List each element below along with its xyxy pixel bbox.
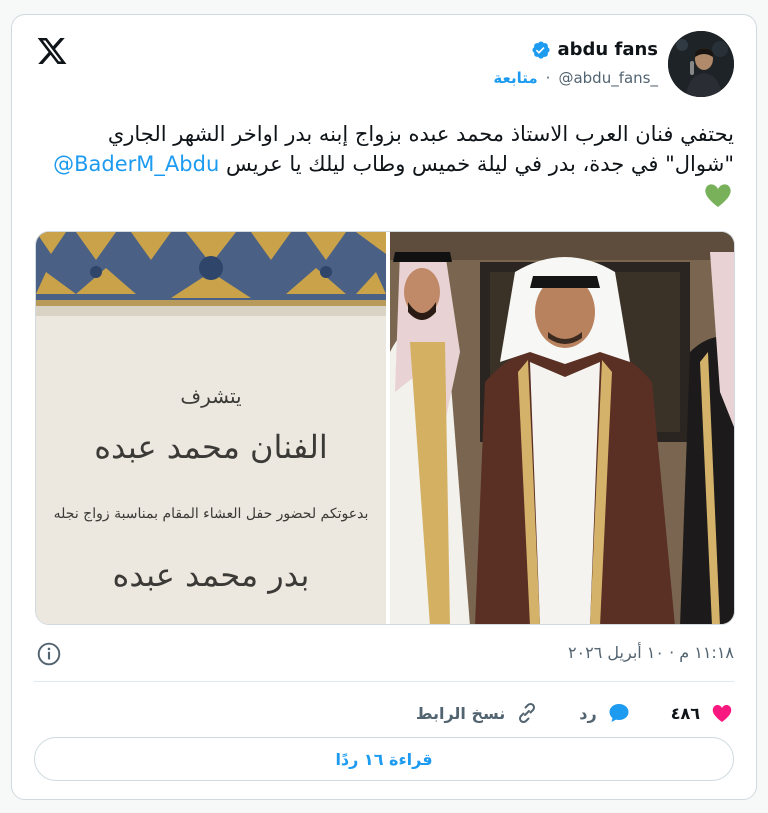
invitation-image[interactable]: يتشرف الفنان محمد عبده بدعوتكم لحضور حفل… [36,232,386,624]
invitation-line-2: الفنان محمد عبده [94,428,328,466]
separator-dot: · [545,69,551,87]
display-name: abdu fans [557,39,658,60]
like-button[interactable]: ٤٨٦ [671,701,734,725]
like-count: ٤٨٦ [670,703,700,723]
handle-row: متابعة · @abdu_fans_ [493,69,658,87]
mention-link[interactable]: @BaderM_Abdu [53,152,219,176]
heart-icon [712,705,732,722]
link-icon [519,702,536,724]
info-icon[interactable] [36,641,62,667]
follow-button[interactable]: متابعة [493,69,537,87]
media-grid[interactable]: يتشرف الفنان محمد عبده بدعوتكم لحضور حفل… [35,231,735,625]
action-bar: ٤٨٦ رد نسخ الرابط [34,693,734,733]
x-logo-icon[interactable] [36,35,68,67]
tweet-text: يحتفي فنان العرب الاستاذ محمد عبده بزواج… [34,119,734,209]
invitation-line-3: بدعوتكم لحضور حفل العشاء المقام بمناسبة … [53,506,369,522]
author-name-row[interactable]: abdu fans [531,39,658,60]
invitation-line-4: بدر محمد عبده [112,556,310,594]
tweet-card: abdu fans متابعة · @abdu_fans_ يحتفي فنا… [11,14,757,800]
read-replies-button[interactable]: قراءة ١٦ ردًا [34,737,734,781]
timestamp[interactable]: ١١:١٨ م · ١٠ أبريل ٢٠٢٦ [568,643,734,662]
reply-bubble-icon [609,704,629,722]
copy-link-button[interactable]: نسخ الرابط [416,701,539,725]
avatar[interactable] [668,31,734,97]
divider [34,681,734,682]
photo-image[interactable] [390,232,734,624]
green-heart-icon [705,184,731,207]
verified-badge-icon [532,40,551,59]
author-handle[interactable]: @abdu_fans_ [558,69,658,87]
copy-link-label: نسخ الرابط [415,703,506,723]
reply-label: رد [579,703,597,723]
invitation-line-1: يتشرف [180,384,242,408]
reply-button[interactable]: رد [579,701,630,725]
